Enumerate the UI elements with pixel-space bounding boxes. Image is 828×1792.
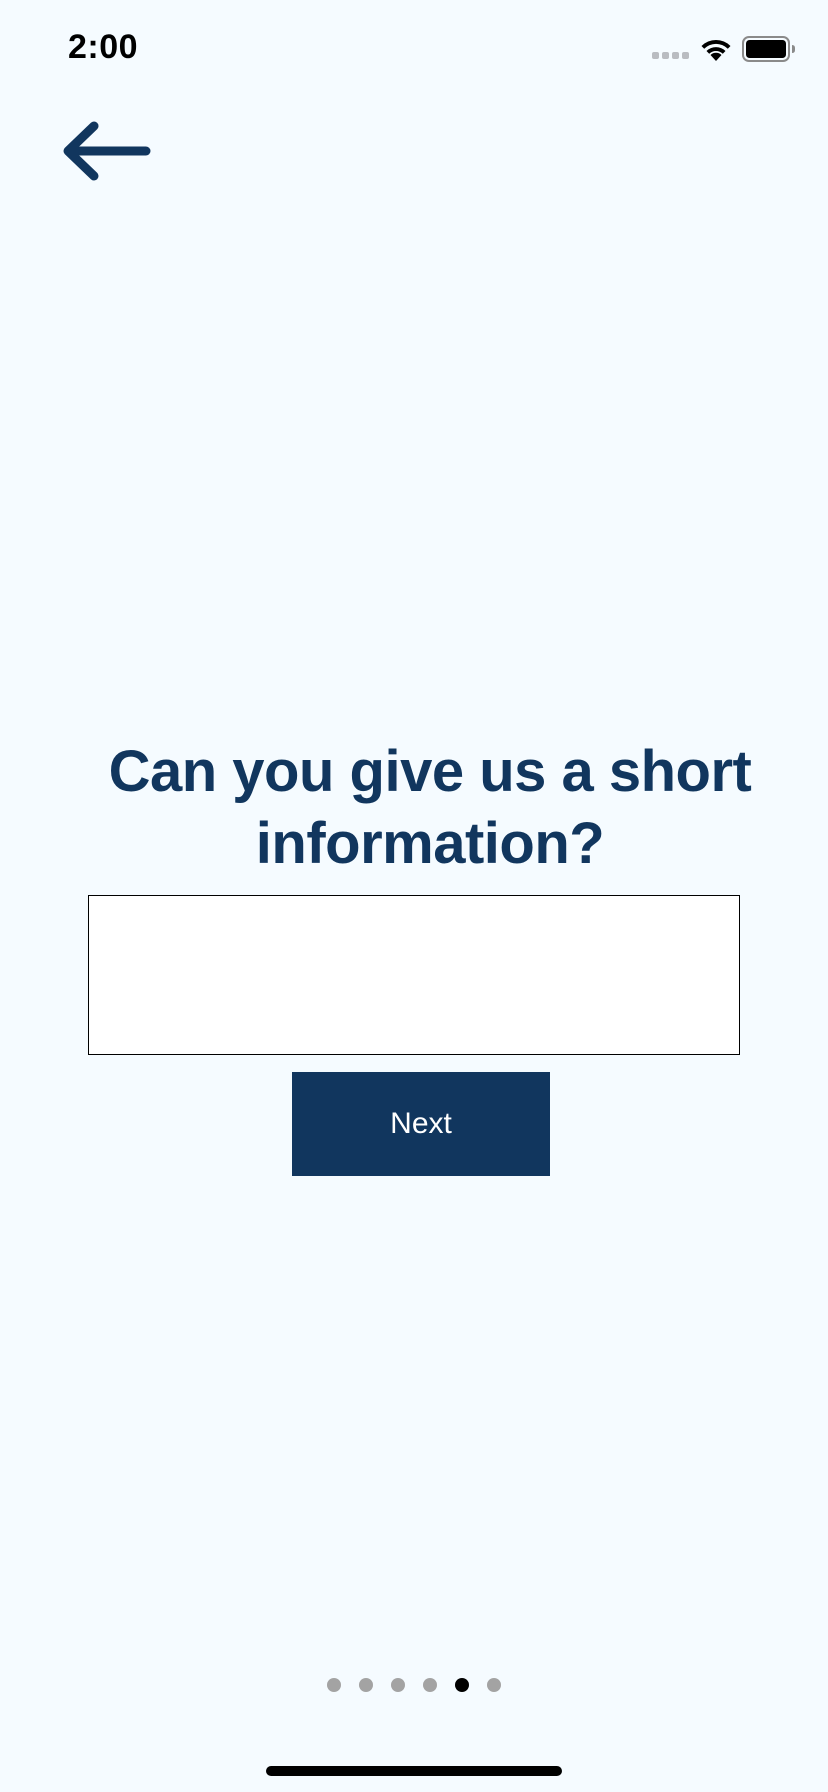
question-title: Can you give us a short information? [108,739,752,876]
onboarding-screen: 2:00 Can you give us a short information… [0,0,828,1792]
status-time: 2:00 [68,28,139,66]
page-dot [455,1678,469,1692]
page-dot [327,1678,341,1692]
short-information-input[interactable] [88,895,740,1055]
arrow-left-icon [63,121,151,181]
page-indicator [0,1678,828,1698]
back-button[interactable] [60,118,154,184]
home-indicator [266,1766,562,1776]
page-dot [487,1678,501,1692]
next-button[interactable]: Next [292,1072,550,1176]
status-bar: 2:00 [0,0,828,100]
page-dot [423,1678,437,1692]
cellular-signal-icon [652,52,690,62]
page-dot [359,1678,373,1692]
wifi-icon [701,39,731,61]
page-dot [391,1678,405,1692]
battery-icon [742,36,795,62]
page-dots [327,1678,501,1692]
